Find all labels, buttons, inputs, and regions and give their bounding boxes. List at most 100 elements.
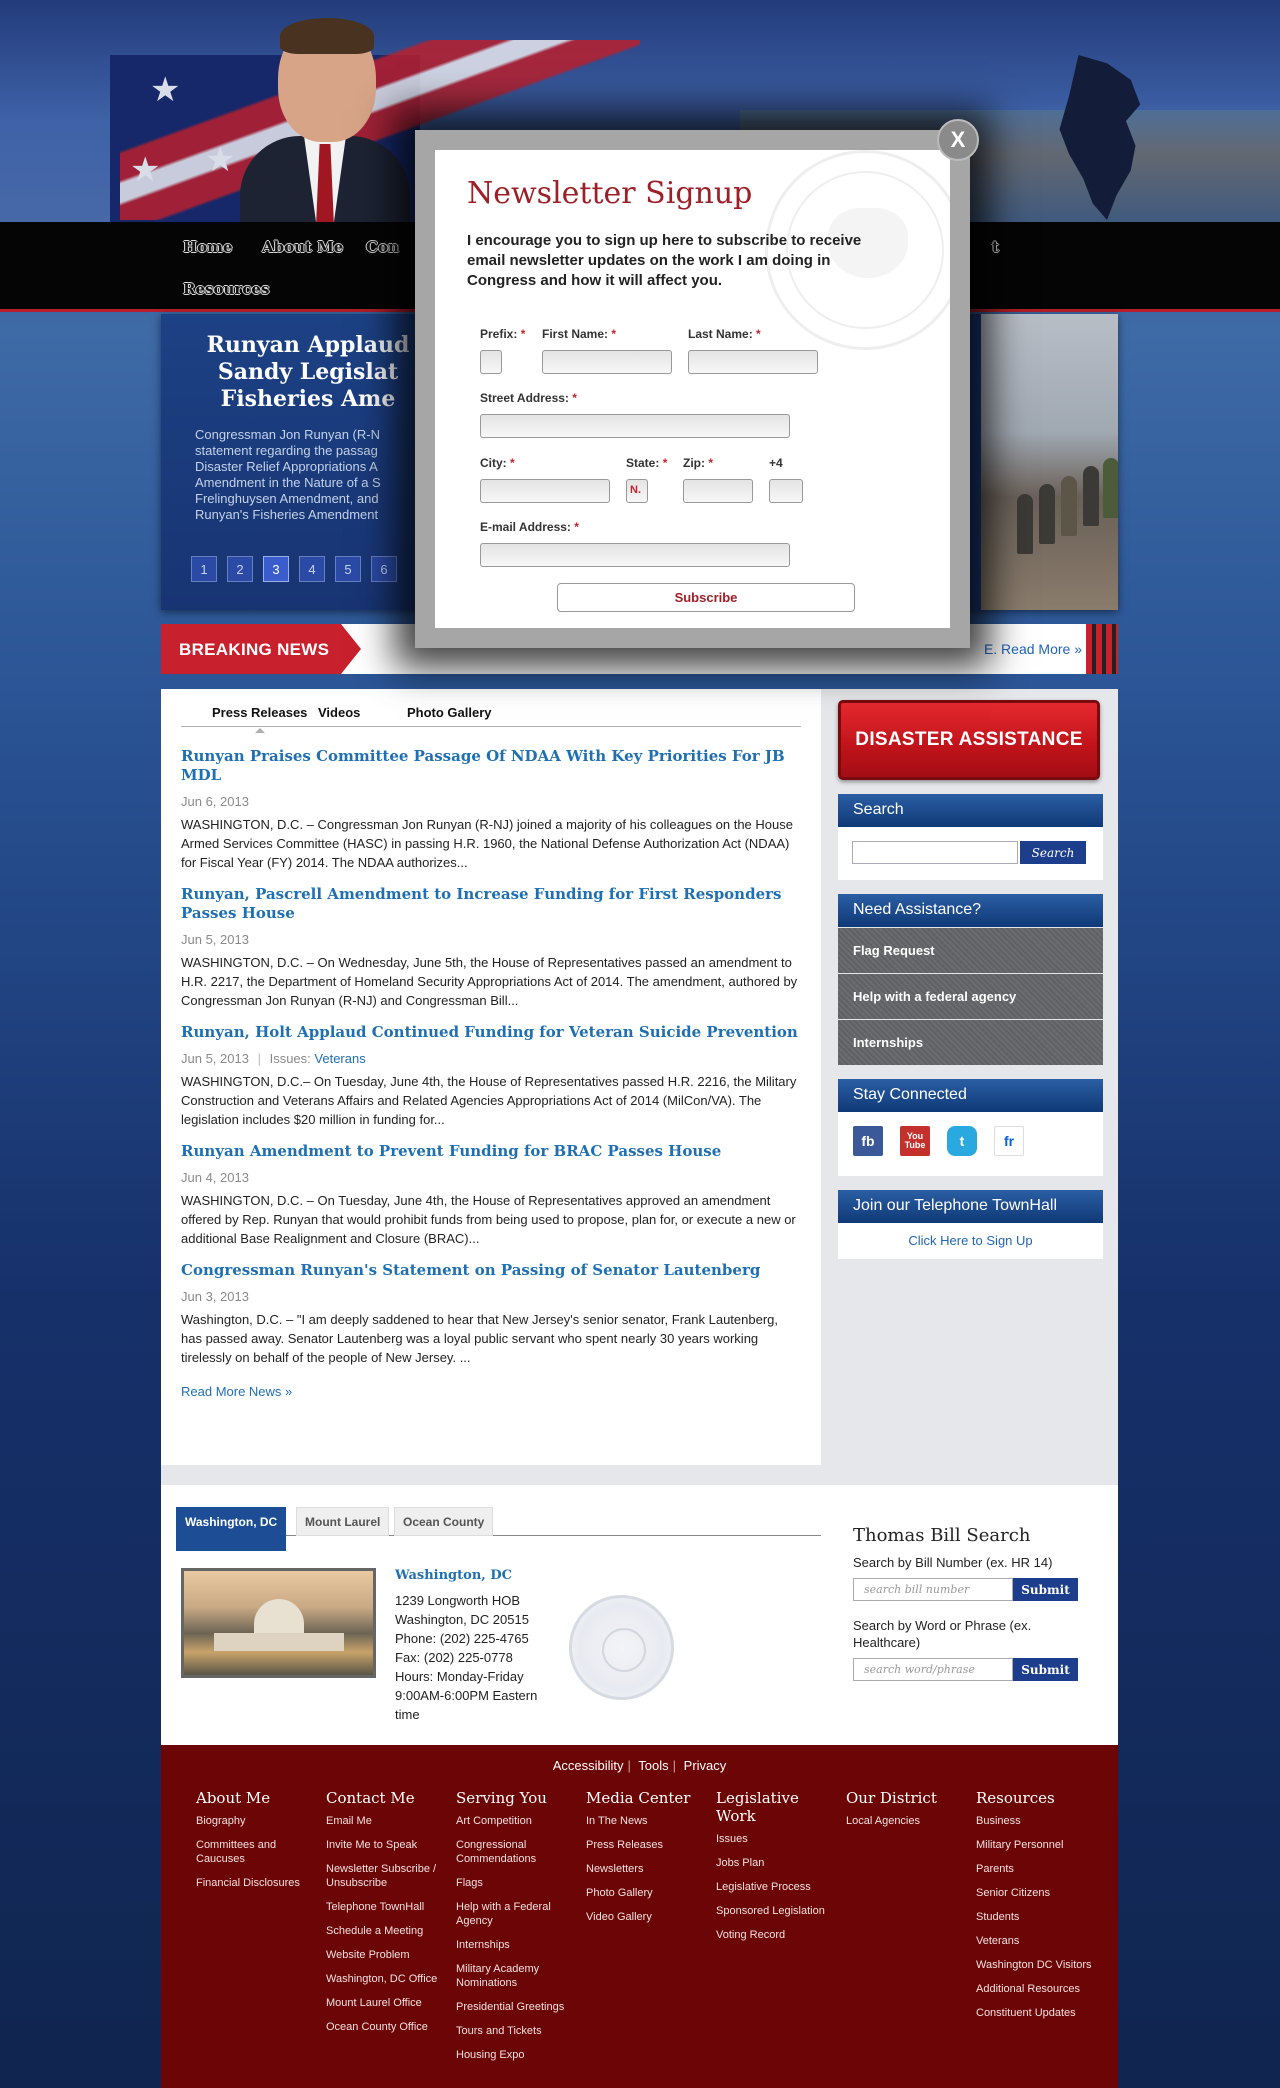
- footer-column-title[interactable]: Legislative Work: [716, 1789, 841, 1825]
- flag-request-link[interactable]: Flag Request: [838, 928, 1103, 973]
- prefix-field[interactable]: [480, 350, 502, 374]
- footer-link[interactable]: Parents: [976, 1862, 1101, 1876]
- slider-page-5[interactable]: 5: [335, 556, 361, 582]
- flickr-icon[interactable]: fr: [994, 1126, 1024, 1156]
- news-title-link[interactable]: Runyan, Pascrell Amendment to Increase F…: [181, 885, 801, 923]
- footer-link[interactable]: Voting Record: [716, 1928, 841, 1942]
- footer-column-title[interactable]: About Me: [196, 1789, 321, 1807]
- first-name-field[interactable]: [542, 350, 672, 374]
- plus4-field[interactable]: [769, 479, 803, 503]
- breaking-read-more-link[interactable]: E. Read More »: [984, 641, 1082, 657]
- issue-link-veterans[interactable]: Veterans: [314, 1051, 365, 1066]
- footer-link[interactable]: Email Me: [326, 1814, 451, 1828]
- footer-link[interactable]: Veterans: [976, 1934, 1101, 1948]
- footer-link[interactable]: Press Releases: [586, 1838, 711, 1852]
- footer-column-title[interactable]: Media Center: [586, 1789, 711, 1807]
- search-button[interactable]: Search: [1020, 841, 1086, 864]
- tab-washington-dc[interactable]: Washington, DC: [176, 1507, 287, 1551]
- tab-mount-laurel[interactable]: Mount Laurel: [296, 1507, 390, 1536]
- tools-link[interactable]: Tools: [638, 1758, 668, 1773]
- close-icon[interactable]: X: [937, 119, 979, 161]
- footer-link[interactable]: Legislative Process: [716, 1880, 841, 1894]
- facebook-icon[interactable]: fb: [853, 1126, 883, 1156]
- footer-link[interactable]: Issues: [716, 1832, 841, 1846]
- word-phrase-input[interactable]: search word/phrase: [853, 1658, 1013, 1681]
- read-more-news-link[interactable]: Read More News »: [181, 1384, 292, 1399]
- townhall-signup-link[interactable]: Click Here to Sign Up: [838, 1223, 1103, 1259]
- slider-page-1[interactable]: 1: [191, 556, 217, 582]
- slider-page-3[interactable]: 3: [263, 556, 289, 582]
- footer-link[interactable]: Housing Expo: [456, 2048, 581, 2062]
- footer-link[interactable]: Sponsored Legislation: [716, 1904, 841, 1918]
- footer-link[interactable]: Invite Me to Speak: [326, 1838, 451, 1852]
- last-name-field[interactable]: [688, 350, 818, 374]
- footer-link[interactable]: Mount Laurel Office: [326, 1996, 451, 2010]
- slider-page-2[interactable]: 2: [227, 556, 253, 582]
- footer-link[interactable]: Military Personnel: [976, 1838, 1101, 1852]
- footer-link[interactable]: Presidential Greetings: [456, 2000, 581, 2014]
- footer-link[interactable]: Washington, DC Office: [326, 1972, 451, 1986]
- footer-column-title[interactable]: Contact Me: [326, 1789, 451, 1807]
- footer-link[interactable]: Website Problem: [326, 1948, 451, 1962]
- footer-link[interactable]: Jobs Plan: [716, 1856, 841, 1870]
- footer-link[interactable]: Congressional Commendations: [456, 1838, 581, 1866]
- state-select[interactable]: N.: [626, 479, 648, 503]
- news-title-link[interactable]: Congressman Runyan's Statement on Passin…: [181, 1261, 801, 1280]
- footer-link[interactable]: Washington DC Visitors: [976, 1958, 1101, 1972]
- footer-link[interactable]: In The News: [586, 1814, 711, 1828]
- footer-link[interactable]: Constituent Updates: [976, 2006, 1101, 2020]
- accessibility-link[interactable]: Accessibility: [553, 1758, 624, 1773]
- tab-videos[interactable]: Videos: [318, 705, 360, 720]
- slider-page-4[interactable]: 4: [299, 556, 325, 582]
- footer-column-title[interactable]: Resources: [976, 1789, 1101, 1807]
- news-title-link[interactable]: Runyan Amendment to Prevent Funding for …: [181, 1142, 801, 1161]
- email-field[interactable]: [480, 543, 790, 567]
- street-field[interactable]: [480, 414, 790, 438]
- twitter-icon[interactable]: t: [947, 1126, 977, 1156]
- slider-page-6[interactable]: 6: [371, 556, 397, 582]
- footer-link[interactable]: Financial Disclosures: [196, 1876, 321, 1890]
- search-input[interactable]: [852, 841, 1018, 864]
- footer-link[interactable]: Schedule a Meeting: [326, 1924, 451, 1938]
- footer-link[interactable]: Military Academy Nominations: [456, 1962, 581, 1990]
- nav-about-me[interactable]: About Me: [262, 238, 343, 256]
- footer-link[interactable]: Telephone TownHall: [326, 1900, 451, 1914]
- footer-column-title[interactable]: Our District: [846, 1789, 971, 1807]
- privacy-link[interactable]: Privacy: [684, 1758, 727, 1773]
- footer-link[interactable]: Biography: [196, 1814, 321, 1828]
- news-title-link[interactable]: Runyan Praises Committee Passage Of NDAA…: [181, 747, 801, 785]
- tab-press-releases[interactable]: Press Releases: [212, 705, 307, 733]
- tab-photo-gallery[interactable]: Photo Gallery: [407, 705, 492, 720]
- footer-link[interactable]: Additional Resources: [976, 1982, 1101, 1996]
- footer-link[interactable]: Senior Citizens: [976, 1886, 1101, 1900]
- footer-link[interactable]: Internships: [456, 1938, 581, 1952]
- footer-link[interactable]: Committees and Caucuses: [196, 1838, 321, 1866]
- bill-number-input[interactable]: search bill number: [853, 1578, 1013, 1601]
- youtube-icon[interactable]: You Tube: [900, 1126, 930, 1156]
- footer-link[interactable]: Newsletters: [586, 1862, 711, 1876]
- footer-link[interactable]: Photo Gallery: [586, 1886, 711, 1900]
- footer-link[interactable]: Art Competition: [456, 1814, 581, 1828]
- city-field[interactable]: [480, 479, 610, 503]
- tab-ocean-county[interactable]: Ocean County: [394, 1507, 494, 1536]
- nav-item-partial[interactable]: t: [992, 238, 999, 256]
- footer-link[interactable]: Local Agencies: [846, 1814, 971, 1828]
- footer-link[interactable]: Business: [976, 1814, 1101, 1828]
- footer-link[interactable]: Students: [976, 1910, 1101, 1924]
- footer-link[interactable]: Flags: [456, 1876, 581, 1890]
- bill-number-submit[interactable]: Submit: [1013, 1578, 1078, 1601]
- disaster-assistance-button[interactable]: DISASTER ASSISTANCE: [838, 700, 1100, 780]
- footer-link[interactable]: Video Gallery: [586, 1910, 711, 1924]
- footer-column-title[interactable]: Serving You: [456, 1789, 581, 1807]
- footer-link[interactable]: Tours and Tickets: [456, 2024, 581, 2038]
- internships-link[interactable]: Internships: [838, 1020, 1103, 1065]
- footer-link[interactable]: Newsletter Subscribe / Unsubscribe: [326, 1862, 451, 1890]
- subscribe-button[interactable]: Subscribe: [557, 583, 855, 612]
- zip-field[interactable]: [683, 479, 753, 503]
- feature-title[interactable]: Runyan Applaud Sandy Legislat Fisheries …: [183, 332, 433, 413]
- nav-resources[interactable]: Resources: [183, 280, 269, 298]
- nav-home[interactable]: Home: [183, 238, 233, 256]
- news-title-link[interactable]: Runyan, Holt Applaud Continued Funding f…: [181, 1023, 801, 1042]
- federal-agency-help-link[interactable]: Help with a federal agency: [838, 974, 1103, 1019]
- footer-link[interactable]: Help with a Federal Agency: [456, 1900, 581, 1928]
